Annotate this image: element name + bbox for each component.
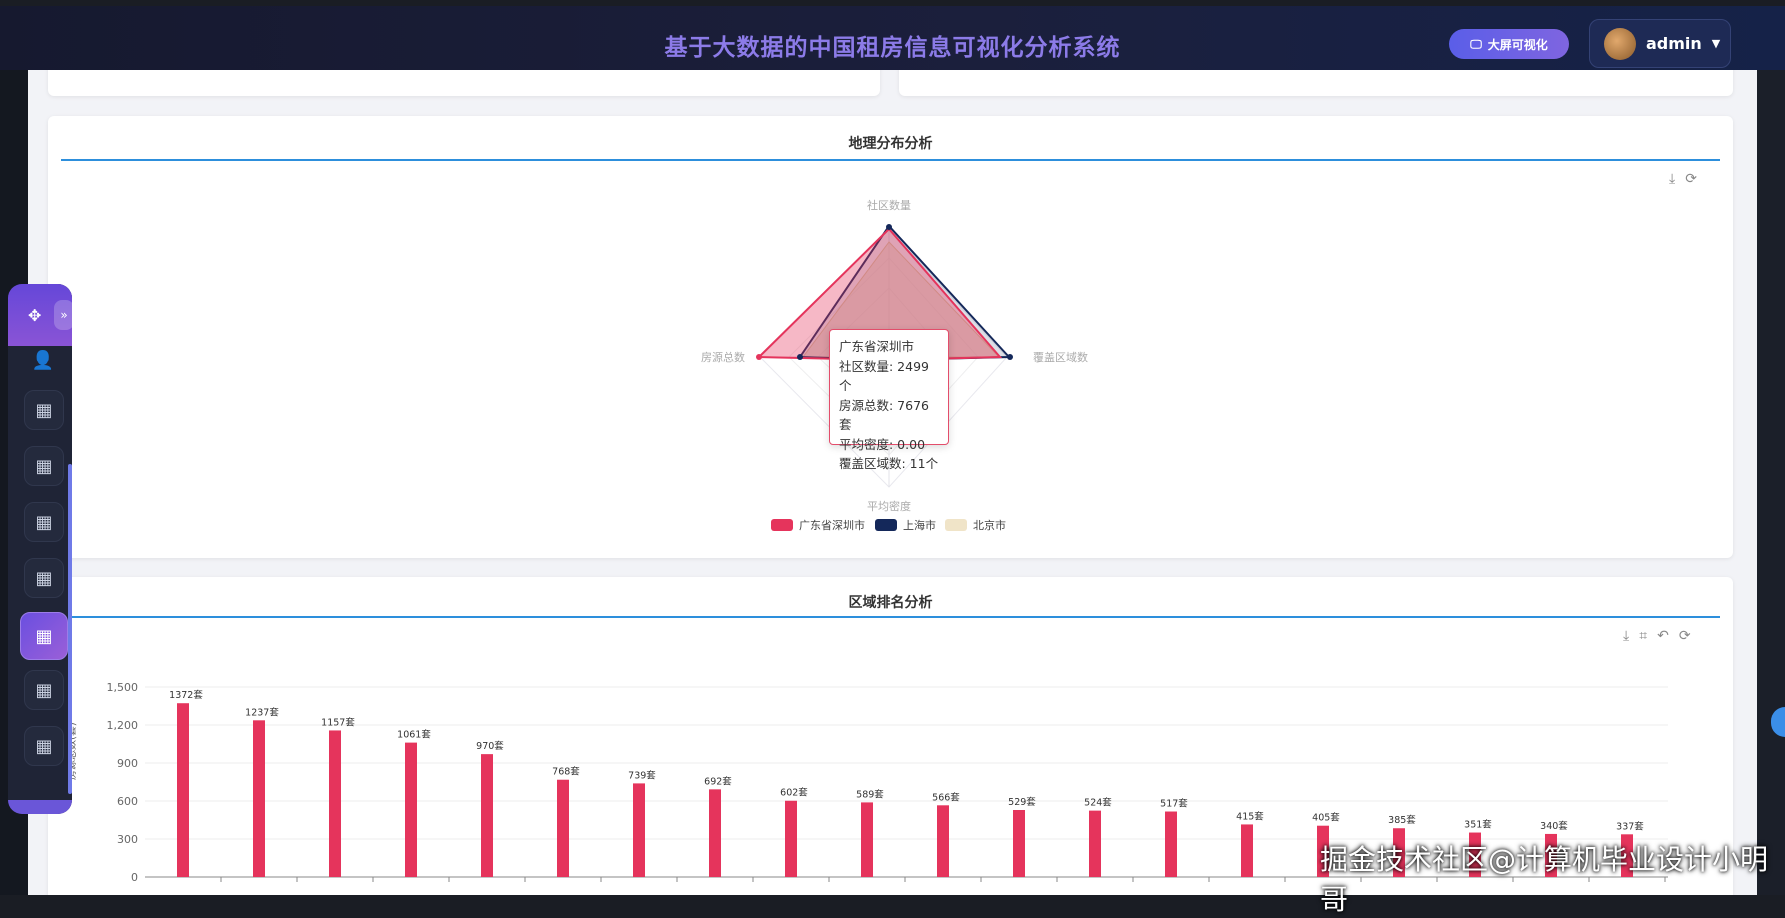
radar-legend-item[interactable]: 广东省深圳市 [771, 517, 865, 533]
sidebar-grid-icon-3[interactable]: ▦ [24, 502, 64, 542]
radar-legend-item[interactable]: 上海市 [875, 517, 936, 533]
zoom-reset-icon[interactable]: ↶ [1657, 628, 1669, 644]
refresh-icon[interactable]: ⟳ [1685, 171, 1697, 187]
sidebar-grid-icon-2[interactable]: ▦ [24, 446, 64, 486]
download-icon[interactable]: ⤓ [1623, 628, 1629, 644]
floating-sidebar: ✥ » 👤 ▦ ▦ ▦ ▦ ▦ ▦ ▦ [8, 284, 72, 814]
sidebar-grid-icon-1[interactable]: ▦ [24, 390, 64, 430]
radar-tooltip: 广东省深圳市 社区数量: 2499个 房源总数: 7676套 平均密度: 0.0… [829, 329, 949, 471]
previous-card-left [48, 70, 880, 96]
user-icon[interactable]: 👤 [24, 346, 62, 374]
previous-card-right [899, 70, 1733, 96]
sidebar-expand-button[interactable]: » [54, 300, 72, 330]
bigscreen-label: 大屏可视化 [1487, 37, 1548, 52]
watermark-text: 掘金技术社区@计算机毕业设计小明哥 [1320, 843, 1769, 916]
rank-card-divider [61, 616, 1720, 618]
top-header: 基于大数据的中国租房信息可视化分析系统 🖵 大屏可视化 admin ▼ [0, 6, 1785, 72]
radar-legend-item[interactable]: 北京市 [945, 517, 1006, 533]
move-icon: ✥ [28, 306, 42, 325]
legend-label: 广东省深圳市 [799, 519, 865, 532]
zoom-icon[interactable]: ⌗ [1639, 628, 1647, 644]
legend-label: 上海市 [903, 519, 936, 532]
tooltip-line: 平均密度: 0.00 [839, 436, 926, 452]
sidebar-scrollbar[interactable] [68, 464, 72, 794]
legend-swatch [875, 519, 897, 531]
caret-down-icon: ▼ [1711, 37, 1721, 50]
geo-card-divider [61, 159, 1720, 161]
tooltip-line: 社区数量: 2499个 [839, 358, 929, 394]
user-name: admin [1646, 34, 1702, 53]
tooltip-line: 覆盖区域数: 11个 [839, 456, 939, 471]
sidebar-drag-handle[interactable]: ✥ » [8, 284, 72, 346]
main-content: 地理分布分析 ⤓ ⟳ 区域排名分析 ⤓ ⌗ ↶ ⟳ [28, 70, 1757, 895]
rank-card-title: 区域排名分析 [848, 595, 933, 611]
tooltip-city: 广东省深圳市 [839, 339, 915, 354]
user-menu[interactable]: admin ▼ [1589, 19, 1731, 68]
sidebar-grid-icon-5[interactable]: ▦ [24, 670, 64, 710]
legend-swatch [945, 519, 967, 531]
tooltip-line: 房源总数: 7676套 [839, 397, 929, 433]
bigscreen-button[interactable]: 🖵 大屏可视化 [1449, 29, 1569, 59]
right-margin [1757, 70, 1785, 895]
rank-toolbox: ⤓ ⌗ ↶ ⟳ [1623, 628, 1691, 644]
legend-swatch [771, 519, 793, 531]
sidebar-footer [8, 800, 72, 814]
legend-label: 北京市 [973, 519, 1006, 532]
sidebar-grid-icon-active[interactable]: ▦ [20, 612, 68, 660]
refresh-icon[interactable]: ⟳ [1679, 628, 1691, 644]
monitor-icon: 🖵 [1470, 36, 1482, 51]
sidebar-grid-icon-4[interactable]: ▦ [24, 558, 64, 598]
sidebar-grid-icon-6[interactable]: ▦ [24, 726, 64, 766]
download-icon[interactable]: ⤓ [1669, 171, 1675, 187]
geo-toolbox: ⤓ ⟳ [1669, 171, 1697, 187]
geo-card-title: 地理分布分析 [848, 136, 933, 152]
avatar [1604, 27, 1636, 60]
